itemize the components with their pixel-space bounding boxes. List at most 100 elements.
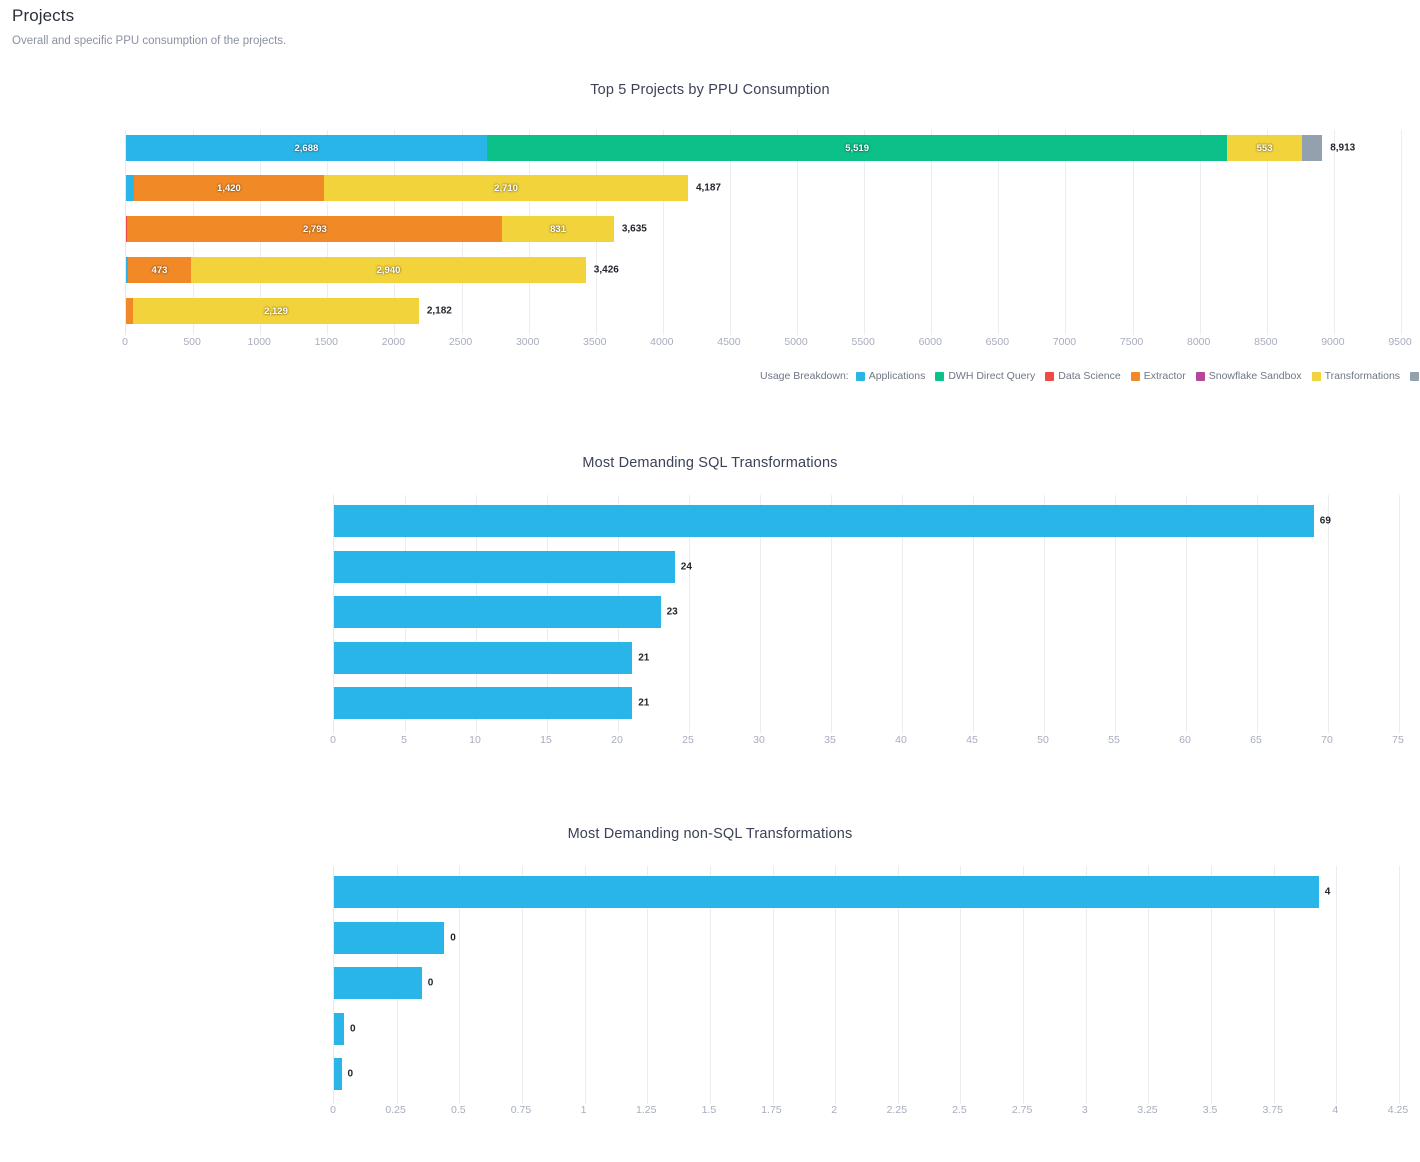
x-axis-tick: 3 — [1081, 1104, 1088, 1116]
bar[interactable] — [334, 967, 422, 999]
x-axis-tick: 65 — [1250, 734, 1262, 746]
bar[interactable] — [334, 1013, 345, 1045]
x-axis-tick: 50 — [1037, 734, 1049, 746]
x-axis-tick: 1 — [580, 1104, 587, 1116]
x-axis-tick: 7000 — [1052, 336, 1077, 348]
bar[interactable] — [334, 505, 1314, 537]
bar-value-label: 21 — [638, 652, 650, 664]
bar-segment[interactable]: 553 — [1227, 135, 1302, 161]
x-axis-tick: 4500 — [717, 336, 741, 348]
bar-segment-value: 1,420 — [217, 182, 241, 194]
bar-segment[interactable]: 2,793 — [127, 216, 503, 242]
bar-row[interactable]: 24 — [334, 551, 1398, 583]
bar[interactable] — [334, 551, 675, 583]
legend-item[interactable]: Extractor — [1130, 370, 1186, 382]
x-axis-tick: 0.5 — [450, 1104, 466, 1116]
legend-item-label: Transformations — [1324, 370, 1401, 382]
stacked-bar-row[interactable]: 1,420 2,710 4,187 — [126, 175, 1400, 201]
bar-segment[interactable]: 5,519 — [486, 135, 1228, 161]
bar-segment-value: 2,129 — [264, 305, 288, 317]
bar-row[interactable]: 4 — [334, 876, 1398, 908]
legend-swatch-icon — [1045, 371, 1055, 381]
bar[interactable] — [334, 922, 445, 954]
bar-value-label: 4 — [1324, 886, 1331, 898]
x-axis-tick: 3.5 — [1202, 1104, 1218, 1116]
bar-segment[interactable]: 831 — [502, 216, 614, 242]
stacked-bar-row[interactable]: 2,793 831 3,635 — [126, 216, 1400, 242]
legend-item[interactable]: Writers — [1410, 370, 1420, 382]
bar-value-label: 21 — [638, 697, 650, 709]
gridline — [1401, 130, 1402, 335]
x-axis-tick: 30 — [753, 734, 765, 746]
bar-total-label: 3,426 — [593, 264, 619, 276]
x-axis-tick: 5000 — [784, 336, 808, 348]
stacked-bar-row[interactable]: 2,129 2,182 — [126, 298, 1400, 324]
legend-swatch-icon — [1195, 371, 1205, 381]
bar-segment[interactable] — [126, 298, 134, 324]
legend-swatch-icon — [855, 371, 865, 381]
bar-segment[interactable]: 1,420 — [133, 175, 325, 201]
legend-item[interactable]: DWH Direct Query — [935, 370, 1035, 382]
page-title: Projects — [12, 6, 75, 25]
legend-caption: Usage Breakdown: — [760, 370, 849, 382]
bar-total-label: 8,913 — [1330, 142, 1356, 154]
bar-segment[interactable] — [126, 175, 134, 201]
bar-row[interactable]: 0 — [334, 1058, 1398, 1090]
bar[interactable] — [334, 596, 661, 628]
page-header: Projects Overall and specific PPU consum… — [0, 0, 1420, 47]
bar-value-label: 0 — [450, 932, 456, 944]
bar-segment-value: 2,710 — [494, 182, 518, 194]
bar-value-label: 69 — [1319, 515, 1331, 527]
x-axis-tick: 2.5 — [952, 1104, 967, 1116]
bar-segment[interactable]: 2,710 — [324, 175, 688, 201]
bar-segment[interactable]: 2,940 — [191, 257, 586, 283]
bar-row[interactable]: 0 — [334, 922, 1398, 954]
x-axis-tick: 7500 — [1119, 336, 1144, 348]
bar-row[interactable]: 0 — [334, 967, 1398, 999]
bar-segment-value: 5,519 — [845, 142, 869, 154]
bar-value-label: 0 — [347, 1068, 354, 1080]
legend-item[interactable]: Transformations — [1311, 370, 1401, 382]
bar[interactable] — [334, 687, 633, 719]
legend-item[interactable]: Snowflake Sandbox — [1195, 370, 1302, 382]
x-axis-tick: 5500 — [851, 336, 875, 348]
bar-segment[interactable]: 2,688 — [126, 135, 487, 161]
plot-canvas: 2,688 5,519 553 8,913 1,420 2,710 4,187 2,793 83… — [125, 130, 1402, 335]
bar[interactable] — [334, 1058, 342, 1090]
bar-row[interactable]: 21 — [334, 687, 1398, 719]
x-axis-tick: 1.25 — [636, 1104, 657, 1116]
stacked-bar-row[interactable]: 473 2,940 3,426 — [126, 257, 1400, 283]
x-axis-tick: 60 — [1179, 734, 1191, 746]
bar-row[interactable]: 69 — [334, 505, 1398, 537]
bar-row[interactable]: 23 — [334, 596, 1398, 628]
x-axis-tick: 9000 — [1321, 336, 1345, 348]
bar-segment[interactable] — [1301, 135, 1323, 161]
stacked-bar-row[interactable]: 2,688 5,519 553 8,913 — [126, 135, 1400, 161]
bar-segment[interactable]: 2,129 — [133, 298, 419, 324]
chart-title-sql-transformations: Most Demanding SQL Transformations — [582, 455, 838, 471]
chart-title-nonsql-transformations: Most Demanding non-SQL Transformations — [567, 826, 853, 842]
bar[interactable] — [334, 642, 633, 674]
bar-total-label: 3,635 — [621, 223, 647, 235]
x-axis-tick: 4.25 — [1387, 1104, 1409, 1116]
usage-breakdown-legend: Usage Breakdown: Applications DWH Direct Q… — [760, 370, 1420, 382]
bar-total-label: 4,187 — [695, 182, 721, 194]
x-axis-tick: 4000 — [650, 336, 674, 348]
legend-item[interactable]: Data Science — [1045, 370, 1121, 382]
x-axis-tick: 40 — [895, 734, 907, 746]
bar[interactable] — [334, 876, 1319, 908]
x-axis-tick: 75 — [1392, 734, 1404, 746]
bar-row[interactable]: 21 — [334, 642, 1398, 674]
chart-title-top5-projects: Top 5 Projects by PPU Consumption — [590, 82, 830, 98]
projects-page: Projects Overall and specific PPU consum… — [0, 0, 1420, 1162]
x-axis-tick: 1000 — [247, 336, 271, 348]
chart-top5-projects: Top 5 Projects by PPU Consumption 2,688 5… — [0, 82, 1420, 382]
bar-row[interactable]: 0 — [334, 1013, 1398, 1045]
legend-item[interactable]: Applications — [855, 370, 925, 382]
x-axis-tick: 4 — [1332, 1104, 1339, 1116]
x-axis-tick: 1.5 — [701, 1104, 717, 1116]
bar-total-label: 2,182 — [426, 305, 452, 317]
bar-segment[interactable]: 473 — [127, 257, 192, 283]
legend-swatch-icon — [1410, 371, 1420, 381]
x-axis-tick: 3000 — [515, 336, 540, 348]
